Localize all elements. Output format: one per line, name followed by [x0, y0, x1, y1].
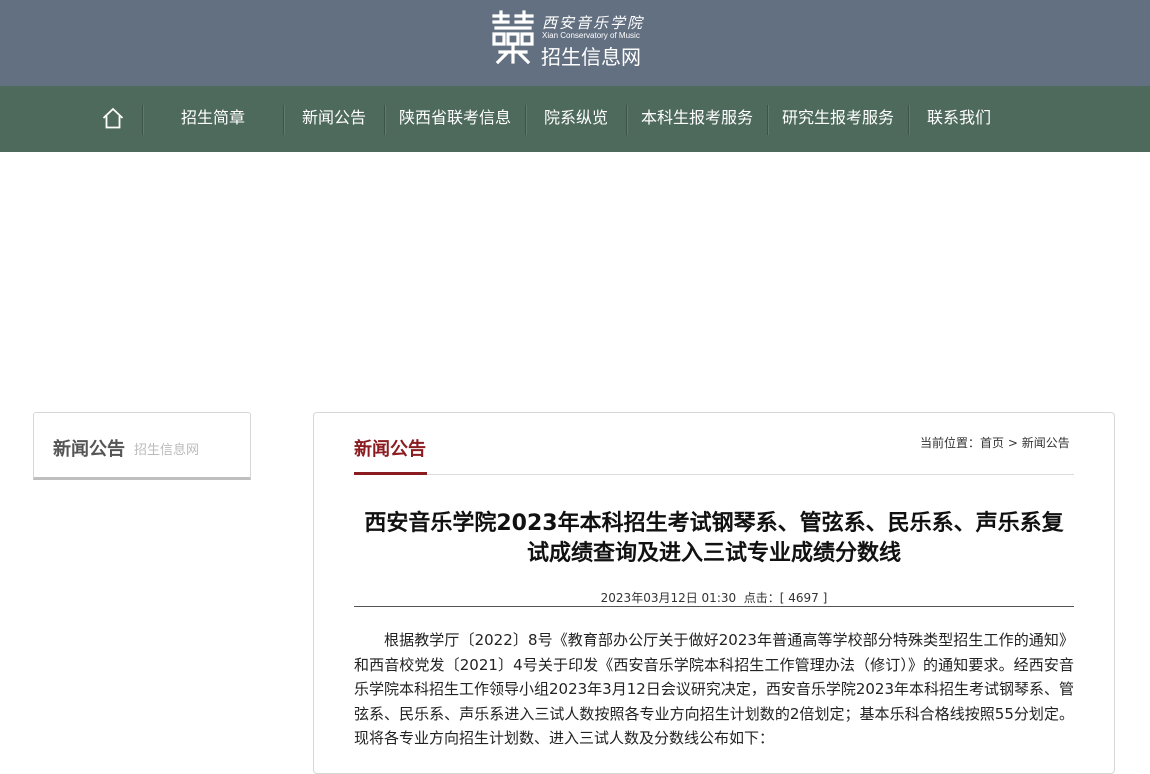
article-body-paragraph: 根据教学厅〔2022〕8号《教育部办公厅关于做好2023年普通高等学校部分特殊类…: [354, 631, 1074, 747]
main-nav: 招生简章 新闻公告 陕西省联考信息 院系纵览 本科生报考服务 研究生报考服务 联…: [0, 86, 1150, 152]
article-divider: [354, 606, 1074, 607]
article-date: 2023年03月12日 01:30: [600, 591, 737, 605]
nav-item-graduate-service[interactable]: 研究生报考服务: [768, 86, 908, 152]
header-banner: 西安音乐学院 Xian Conservatory of Music 招生信息网: [0, 0, 1150, 86]
article-panel: 新闻公告 当前位置：首页 > 新闻公告 西安音乐学院2023年本科招生考试钢琴系…: [313, 412, 1115, 774]
sidebar-title: 新闻公告: [53, 439, 125, 460]
breadcrumb: 当前位置：首页 > 新闻公告: [920, 434, 1070, 451]
section-divider: [354, 474, 1074, 475]
breadcrumb-home-link[interactable]: 首页: [980, 436, 1004, 450]
site-logo[interactable]: 西安音乐学院 Xian Conservatory of Music 招生信息网: [490, 10, 660, 70]
nav-item-shaanxi-exam[interactable]: 陕西省联考信息: [385, 86, 525, 152]
nav-item-admission-guide[interactable]: 招生简章: [143, 86, 283, 152]
breadcrumb-separator: >: [1007, 436, 1018, 450]
breadcrumb-current-link[interactable]: 新闻公告: [1022, 436, 1070, 450]
nav-item-undergrad-service[interactable]: 本科生报考服务: [627, 86, 767, 152]
conservatory-emblem-icon: [492, 10, 534, 65]
section-title-underline: [354, 472, 427, 475]
article-meta: 2023年03月12日 01:30 点击：[ 4697 ]: [354, 589, 1074, 606]
nav-item-contact[interactable]: 联系我们: [909, 86, 1009, 152]
sidebar-subtitle: 招生信息网: [134, 443, 200, 458]
logo-site-name: 招生信息网: [541, 45, 641, 69]
sidebar-header: 新闻公告 招生信息网: [33, 412, 251, 480]
article-hits: 点击：[ 4697 ]: [743, 591, 828, 605]
logo-english-name: Xian Conservatory of Music: [542, 31, 640, 40]
article-title: 西安音乐学院2023年本科招生考试钢琴系、管弦系、民乐系、声乐系复试成绩查询及进…: [364, 511, 1064, 566]
breadcrumb-prefix: 当前位置：: [920, 436, 981, 450]
nav-item-news[interactable]: 新闻公告: [284, 86, 384, 152]
nav-item-departments[interactable]: 院系纵览: [526, 86, 626, 152]
home-icon[interactable]: [101, 106, 125, 130]
logo-chinese-name: 西安音乐学院: [542, 14, 645, 32]
section-title: 新闻公告: [354, 439, 426, 460]
